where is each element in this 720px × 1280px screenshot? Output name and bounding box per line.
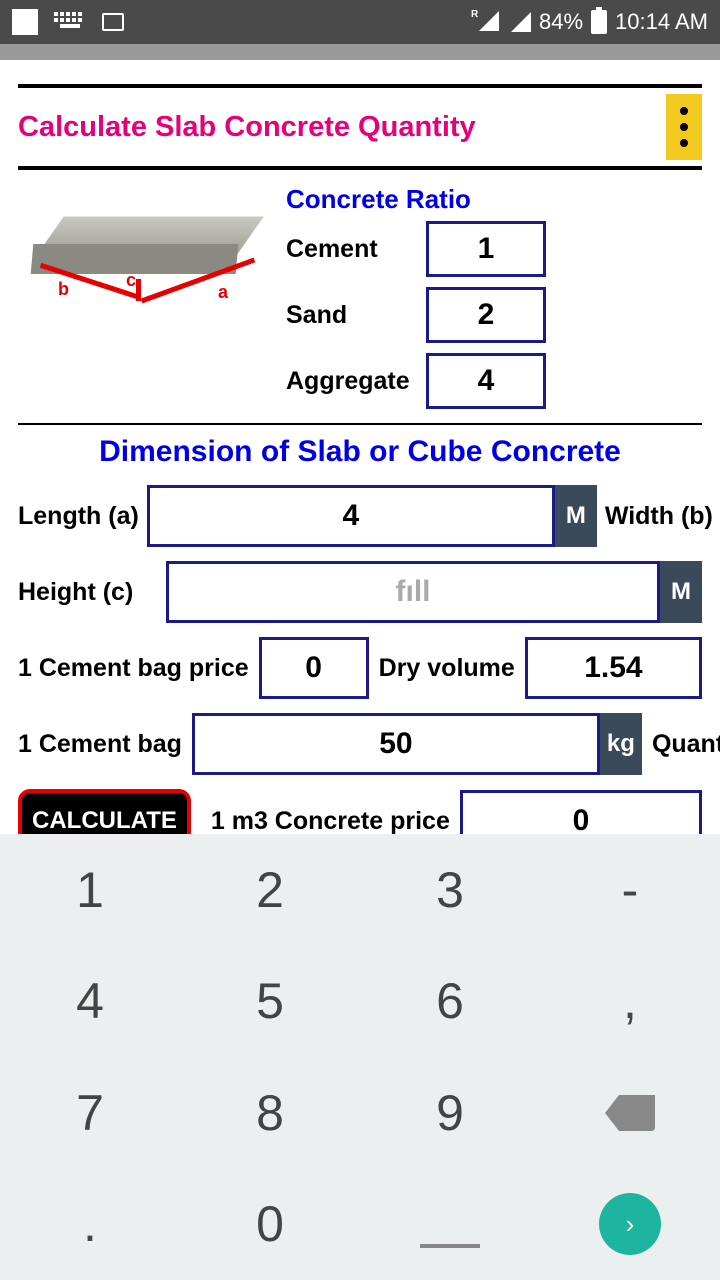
- bag-weight-label: 1 Cement bag: [18, 730, 182, 759]
- key-9[interactable]: 9: [360, 1057, 540, 1169]
- overflow-menu-button[interactable]: [666, 94, 702, 160]
- diagram-label-b: b: [58, 279, 69, 300]
- height-input[interactable]: [166, 561, 660, 623]
- battery-icon: [591, 10, 607, 34]
- length-input[interactable]: [147, 485, 555, 547]
- next-icon: ›: [599, 1193, 661, 1255]
- key-1[interactable]: 1: [0, 834, 180, 946]
- length-label: Length (a): [18, 502, 139, 531]
- clock-time: 10:14 AM: [615, 9, 708, 35]
- key-3[interactable]: 3: [360, 834, 540, 946]
- ratio-section: a b c Concrete Ratio Cement Sand Aggrega…: [18, 170, 702, 425]
- slab-diagram: a b c: [18, 184, 268, 334]
- status-bar: R 84% 10:14 AM: [0, 0, 720, 44]
- key-dot[interactable]: .: [0, 1169, 180, 1280]
- aggregate-input[interactable]: [426, 353, 546, 409]
- dimension-heading: Dimension of Slab or Cube Concrete: [18, 435, 702, 469]
- bag-price-input[interactable]: [259, 637, 369, 699]
- page-title: Calculate Slab Concrete Quantity: [18, 111, 476, 144]
- bag-weight-input[interactable]: [192, 713, 600, 775]
- bag-price-label: 1 Cement bag price: [18, 654, 249, 683]
- height-label: Height (c): [18, 578, 158, 607]
- key-minus[interactable]: -: [540, 834, 720, 946]
- cement-label: Cement: [286, 235, 426, 264]
- app-square-icon: [12, 9, 38, 35]
- key-0[interactable]: 0: [180, 1169, 360, 1280]
- key-5[interactable]: 5: [180, 946, 360, 1058]
- cement-input[interactable]: [426, 221, 546, 277]
- bag-weight-unit[interactable]: kg: [600, 713, 642, 775]
- header-row: Calculate Slab Concrete Quantity: [18, 84, 702, 170]
- m3-price-label: 1 m3 Concrete price: [211, 807, 450, 836]
- diagram-label-c: c: [126, 270, 136, 291]
- divider: [0, 44, 720, 60]
- quantity-label: Quantity (nos): [652, 730, 720, 759]
- backspace-icon: [605, 1095, 655, 1131]
- width-label: Width (b): [605, 502, 713, 531]
- length-unit[interactable]: M: [555, 485, 597, 547]
- keyboard-status-icon: [54, 12, 86, 32]
- height-unit[interactable]: M: [660, 561, 702, 623]
- key-comma[interactable]: ,: [540, 946, 720, 1058]
- numeric-keypad: 1 2 3 - 4 5 6 , 7 8 9 . 0 ›: [0, 834, 720, 1280]
- image-status-icon: [102, 13, 124, 31]
- battery-percent: 84%: [539, 9, 583, 35]
- aggregate-label: Aggregate: [286, 367, 426, 396]
- app-content: Calculate Slab Concrete Quantity a b c C…: [0, 60, 720, 883]
- key-2[interactable]: 2: [180, 834, 360, 946]
- sand-input[interactable]: [426, 287, 546, 343]
- key-backspace[interactable]: [540, 1057, 720, 1169]
- ratio-heading: Concrete Ratio: [286, 184, 702, 215]
- key-8[interactable]: 8: [180, 1057, 360, 1169]
- key-4[interactable]: 4: [0, 946, 180, 1058]
- key-space[interactable]: [360, 1169, 540, 1280]
- dry-volume-label: Dry volume: [379, 654, 515, 683]
- key-next[interactable]: ›: [540, 1169, 720, 1280]
- signal-icon: [511, 12, 531, 32]
- key-7[interactable]: 7: [0, 1057, 180, 1169]
- dry-volume-input[interactable]: [525, 637, 702, 699]
- signal-roaming-icon: R: [479, 11, 503, 33]
- sand-label: Sand: [286, 301, 426, 330]
- key-6[interactable]: 6: [360, 946, 540, 1058]
- diagram-label-a: a: [218, 282, 228, 303]
